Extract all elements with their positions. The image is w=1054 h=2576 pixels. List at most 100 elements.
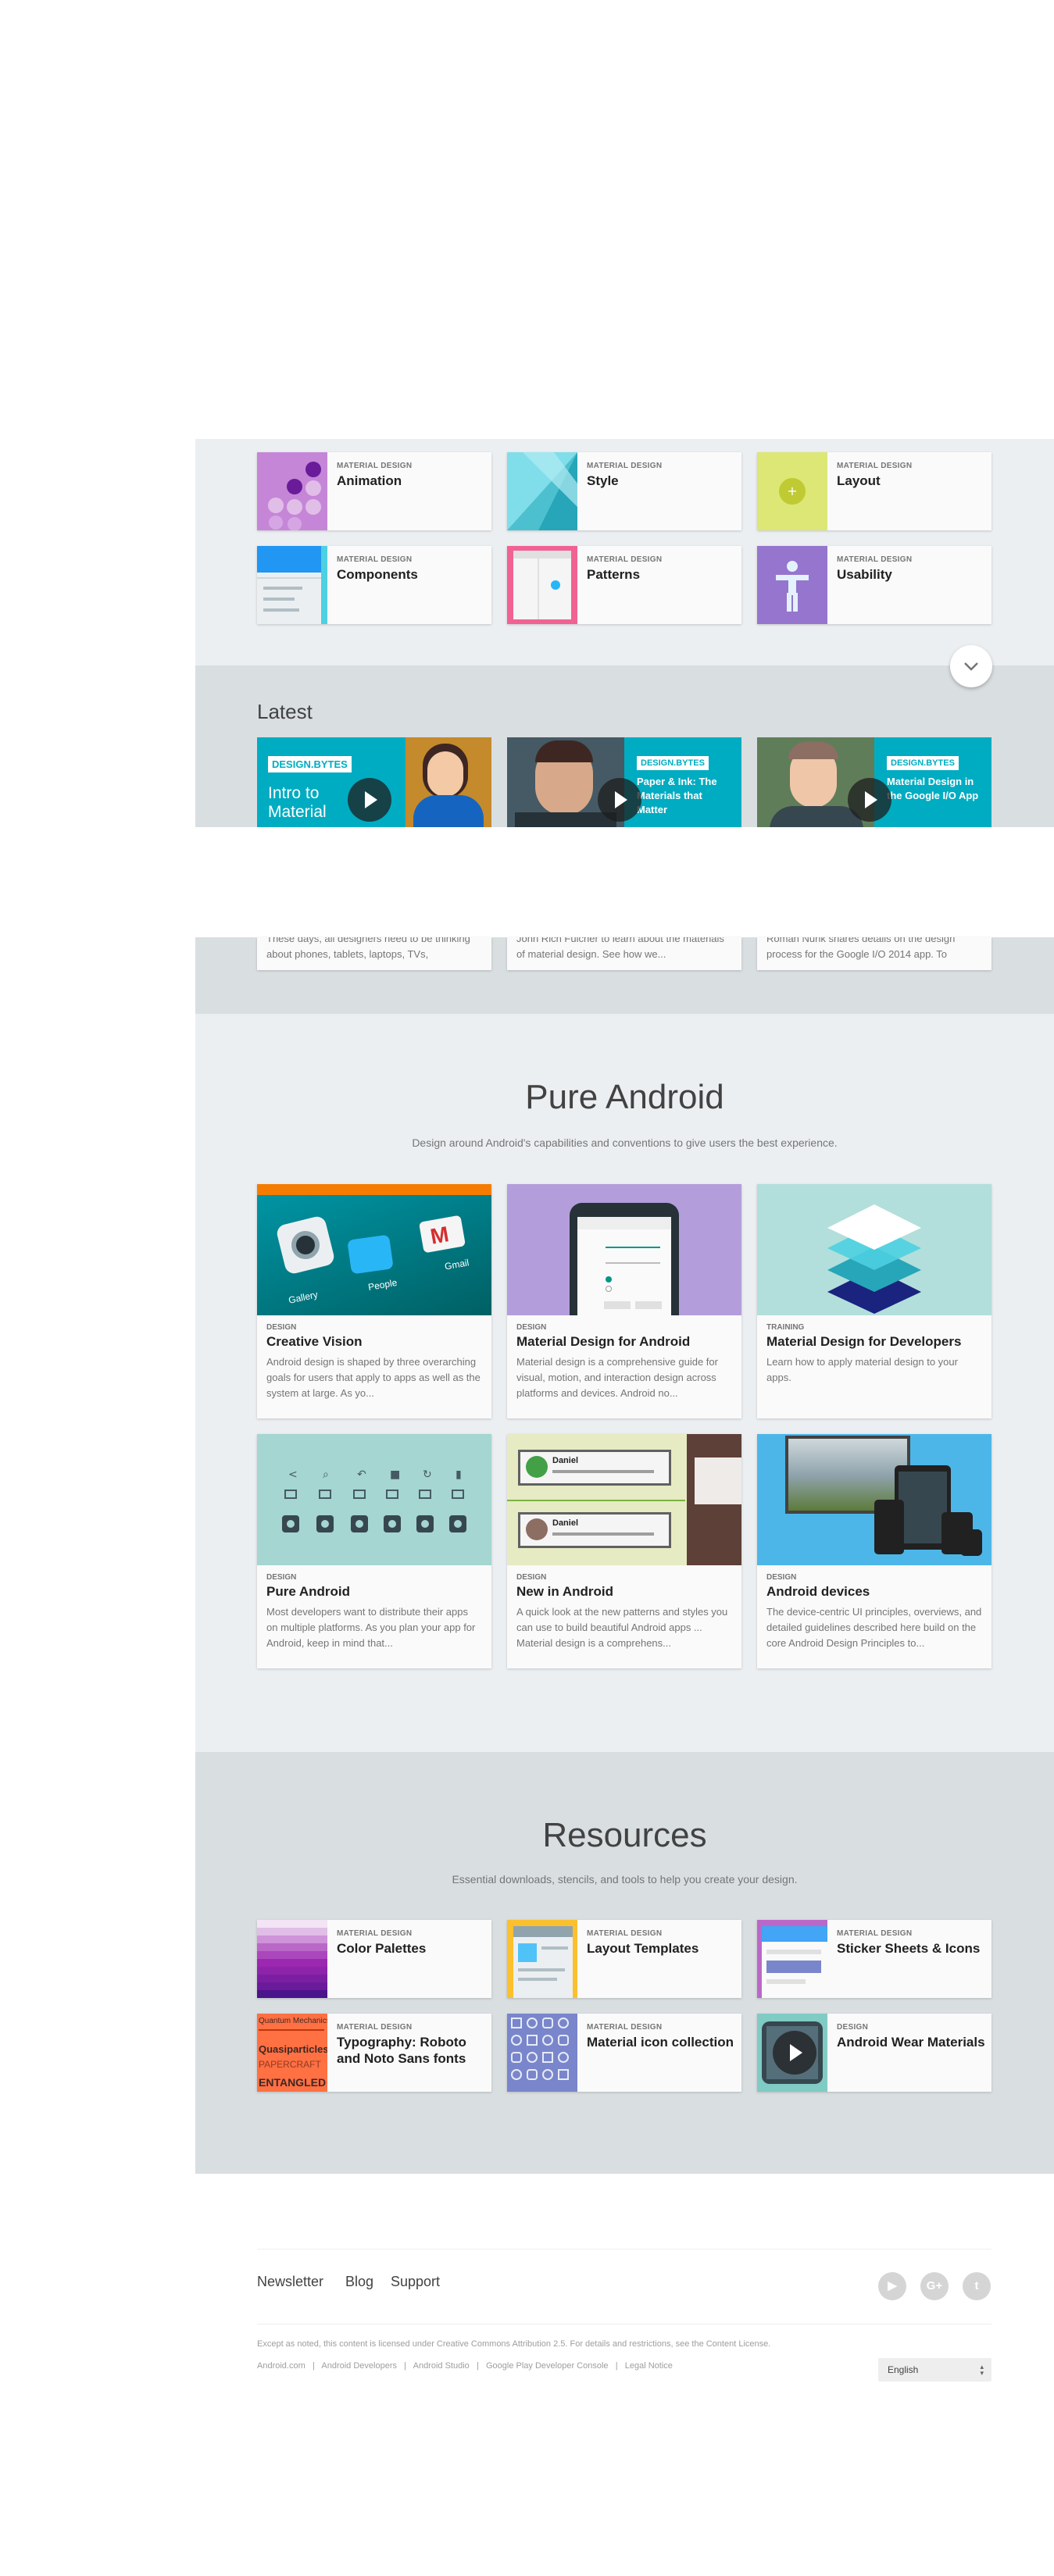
card-kicker: DESIGN	[516, 1323, 547, 1332]
support-link[interactable]: Support	[391, 2274, 440, 2290]
separator: |	[610, 2361, 623, 2371]
creative-vision-card[interactable]: M Gallery People Gmail DESIGN Creative V…	[257, 1184, 491, 1418]
youtube-icon[interactable]: ▶	[878, 2272, 906, 2300]
latest-snippet-card[interactable]: These days, all designers need to be thi…	[257, 937, 491, 970]
card-description: Android design is shaped by three overar…	[266, 1356, 481, 1399]
card-kicker: MATERIAL DESIGN	[587, 1929, 663, 1938]
card-title: Material Design for Android	[516, 1334, 691, 1349]
footer-divider	[257, 2249, 991, 2250]
card-description: Material design is a comprehensive guide…	[516, 1356, 718, 1399]
latest-section: Latest DESIGN.BYTES Intro to Material DE…	[195, 645, 1054, 827]
color-palettes-card[interactable]: MATERIAL DESIGN Color Palettes	[257, 1920, 491, 1998]
typo-word: Quantum Mechanics	[259, 2017, 327, 2025]
layout-templates-thumbnail	[507, 1920, 577, 1998]
card-kicker: DESIGN	[516, 1573, 547, 1582]
card-kicker: MATERIAL DESIGN	[337, 462, 413, 470]
material-design-android-card[interactable]: DESIGN Material Design for Android Mater…	[507, 1184, 741, 1418]
pure-android-section: Pure Android Design around Android's cap…	[195, 1014, 1054, 1752]
twitter-glyph: t	[974, 2279, 979, 2292]
design-bytes-tag: DESIGN.BYTES	[887, 756, 959, 770]
card-title: Typography: Roboto and Noto Sans fonts	[337, 2035, 466, 2066]
material-design-developers-card[interactable]: TRAINING Material Design for Developers …	[757, 1184, 991, 1418]
card-kicker: MATERIAL DESIGN	[337, 555, 413, 564]
latest-snippet-card[interactable]: Roman Nurik shares details on the design…	[757, 937, 991, 970]
typo-word: PAPERCRAFT	[259, 2059, 321, 2070]
play-icon[interactable]	[598, 778, 641, 822]
separator: |	[399, 2361, 412, 2371]
latest-video-card[interactable]: DESIGN.BYTES Material Design in the Goog…	[757, 737, 991, 827]
android-studio-link[interactable]: Android Studio	[413, 2361, 470, 2371]
svg-text:<: <	[288, 1468, 298, 1481]
card-kicker: MATERIAL DESIGN	[587, 2023, 663, 2032]
card-kicker: MATERIAL DESIGN	[587, 462, 663, 470]
card-kicker: MATERIAL DESIGN	[337, 1929, 413, 1938]
style-card[interactable]: MATERIAL DESIGN Style	[507, 452, 741, 530]
card-kicker: MATERIAL DESIGN	[337, 2023, 413, 2032]
scroll-down-button[interactable]	[950, 645, 992, 687]
android-wear-thumbnail	[757, 2014, 827, 2092]
play-console-link[interactable]: Google Play Developer Console	[486, 2361, 609, 2371]
latest-video-card[interactable]: DESIGN.BYTES Intro to Material	[257, 737, 491, 827]
card-title: Pure Android	[266, 1584, 351, 1599]
sticker-sheets-card[interactable]: MATERIAL DESIGN Sticker Sheets & Icons	[757, 1920, 991, 1998]
android-devices-card[interactable]: DESIGN Android devices The device-centri…	[757, 1434, 991, 1668]
google-plus-glyph: G+	[926, 2279, 943, 2292]
typo-word: ENTANGLED	[259, 2076, 327, 2089]
pure-android-card[interactable]: < ⌕ ↶ ■ ↻ ▮ DESIGN Pure Android Most develope…	[257, 1434, 491, 1668]
latest-snippet-card[interactable]: John Rich Fulcher to learn about the mat…	[507, 937, 741, 970]
language-select[interactable]: English ▴ ▾	[878, 2358, 991, 2382]
patterns-thumbnail	[507, 546, 577, 624]
snippet-text: John Rich Fulcher to learn about the mat…	[516, 937, 724, 960]
components-card[interactable]: MATERIAL DESIGN Components	[257, 546, 491, 624]
svg-text:↶: ↶	[357, 1468, 366, 1481]
color-palettes-thumbnail	[257, 1920, 327, 1998]
svg-text:■: ■	[390, 1468, 400, 1481]
card-title: Usability	[837, 567, 892, 582]
layout-templates-card[interactable]: MATERIAL DESIGN Layout Templates	[507, 1920, 741, 1998]
play-icon[interactable]	[848, 778, 891, 822]
usability-card[interactable]: MATERIAL DESIGN Usability	[757, 546, 991, 624]
section-title: Resources	[542, 1816, 707, 1854]
card-description: Learn how to apply material design to yo…	[766, 1356, 958, 1383]
usability-thumbnail	[757, 546, 827, 624]
notification-sender: Daniel	[552, 1456, 579, 1465]
material-icon-collection-card[interactable]: MATERIAL DESIGN Material icon collection	[507, 2014, 741, 2092]
android-com-link[interactable]: Android.com	[257, 2361, 305, 2371]
android-developers-link[interactable]: Android Developers	[321, 2361, 397, 2371]
google-plus-icon[interactable]: G+	[920, 2272, 949, 2300]
card-title: New in Android	[516, 1584, 614, 1599]
card-kicker: DESIGN	[766, 1573, 797, 1582]
accessibility-icon	[776, 561, 809, 612]
material-icons-thumbnail	[507, 2014, 577, 2092]
license-text: Except as noted, this content is license…	[257, 2339, 771, 2349]
blog-link[interactable]: Blog	[345, 2274, 373, 2290]
card-kicker: DESIGN	[266, 1573, 297, 1582]
latest-video-card[interactable]: DESIGN.BYTES Paper & Ink: The Materials …	[507, 737, 741, 827]
new-in-android-card[interactable]: Daniel Daniel DESIGN New in Android A qu…	[507, 1434, 741, 1668]
layout-card[interactable]: + MATERIAL DESIGN Layout	[757, 452, 991, 530]
twitter-icon[interactable]: t	[963, 2272, 991, 2300]
card-kicker: TRAINING	[766, 1323, 805, 1332]
card-title: Animation	[337, 473, 402, 488]
snippet-text: These days, all designers need to be thi…	[266, 937, 470, 960]
patterns-card[interactable]: MATERIAL DESIGN Patterns	[507, 546, 741, 624]
pure-android-image: < ⌕ ↶ ■ ↻ ▮	[257, 1434, 491, 1565]
new-in-android-image: Daniel Daniel	[507, 1434, 741, 1565]
card-title: Style	[587, 473, 619, 488]
legal-notice-link[interactable]: Legal Notice	[625, 2361, 673, 2371]
play-icon[interactable]	[773, 2031, 816, 2075]
snippet-text: Roman Nurik shares details on the design…	[766, 937, 956, 960]
card-title: Android Wear Materials	[837, 2035, 985, 2050]
svg-text:+: +	[787, 483, 797, 498]
section-subtitle: Design around Android's capabilities and…	[412, 1136, 838, 1149]
select-arrows-icon: ▴ ▾	[980, 2363, 984, 2377]
card-title: Material icon collection	[587, 2035, 734, 2050]
card-kicker: MATERIAL DESIGN	[837, 462, 913, 470]
animation-card[interactable]: MATERIAL DESIGN Animation	[257, 452, 491, 530]
svg-text:▮: ▮	[456, 1468, 462, 1481]
typography-card[interactable]: Quantum Mechanics Quasiparticles PAPERCR…	[257, 2014, 491, 2092]
creative-vision-image: M Gallery People Gmail	[257, 1184, 491, 1315]
android-wear-card[interactable]: DESIGN Android Wear Materials	[757, 2014, 991, 2092]
newsletter-link[interactable]: Newsletter	[257, 2274, 323, 2290]
play-icon[interactable]	[348, 778, 391, 822]
